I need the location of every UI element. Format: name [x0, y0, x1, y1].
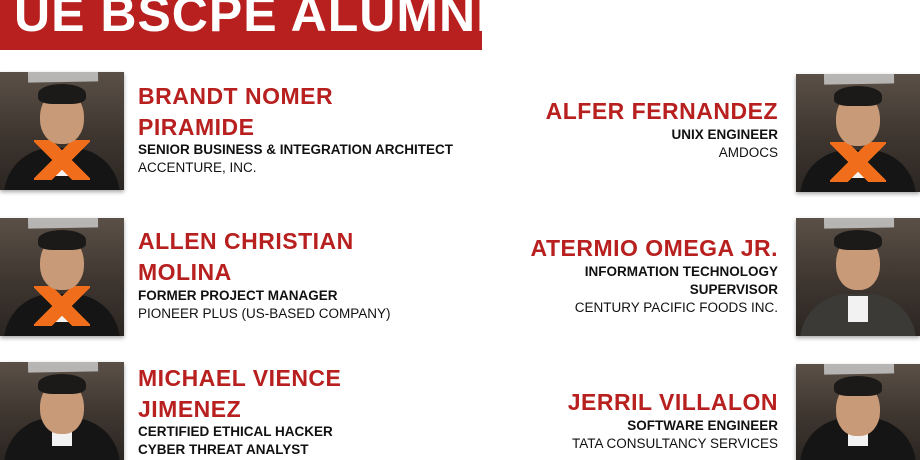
alumni-name: MICHAEL VIENCE [138, 365, 342, 391]
alumni-name: JERRIL VILLALON [567, 389, 778, 415]
tape-decoration [823, 74, 895, 85]
alumni-name: ALFER FERNANDEZ [545, 98, 778, 124]
alumni-role: UNIX ENGINEER [671, 127, 778, 142]
alumni-role: CERTIFIED ETHICAL HACKER [138, 424, 333, 439]
alumni-name: BRANDT NOMER [138, 83, 334, 109]
alumni-company: ACCENTURE, INC. [138, 160, 257, 175]
alumni-role: SUPERVISOR [689, 282, 778, 297]
alumni-photo-michael [0, 362, 124, 460]
alumni-photo-allen [0, 218, 124, 336]
tape-decoration [27, 72, 99, 83]
alumni-role: SOFTWARE ENGINEER [627, 418, 778, 433]
alumni-photo-atermio [796, 218, 920, 336]
tape-decoration [823, 364, 895, 375]
alumni-company: PIONEER PLUS (US-BASED COMPANY) [138, 306, 391, 321]
alumni-name: ATERMIO OMEGA JR. [530, 235, 778, 261]
title-banner: UE BSCPE ALUMNI [0, 0, 482, 50]
alumni-role: CYBER THREAT ANALYST [138, 442, 309, 457]
alumni-photo-jerril [796, 364, 920, 460]
alumni-role: SENIOR BUSINESS & INTEGRATION ARCHITECT [138, 142, 454, 157]
tape-decoration [27, 362, 99, 373]
alumni-name: MOLINA [138, 259, 232, 285]
banner-title: UE BSCPE ALUMNI [14, 0, 482, 42]
alumni-role: INFORMATION TECHNOLOGY [584, 264, 778, 279]
tape-decoration [823, 218, 895, 229]
alumni-company: TATA CONSULTANCY SERVICES [571, 436, 778, 451]
alumni-photo-brandt [0, 72, 124, 190]
alumni-company: CENTURY PACIFIC FOODS INC. [574, 300, 778, 315]
alumni-name: ALLEN CHRISTIAN [138, 228, 354, 254]
alumni-name: PIRAMIDE [138, 114, 255, 140]
tape-decoration [27, 218, 99, 229]
alumni-company: AMDOCS [718, 145, 778, 160]
alumni-photo-alfer [796, 74, 920, 192]
alumni-name: JIMENEZ [138, 396, 242, 422]
alumni-role: FORMER PROJECT MANAGER [138, 288, 338, 303]
